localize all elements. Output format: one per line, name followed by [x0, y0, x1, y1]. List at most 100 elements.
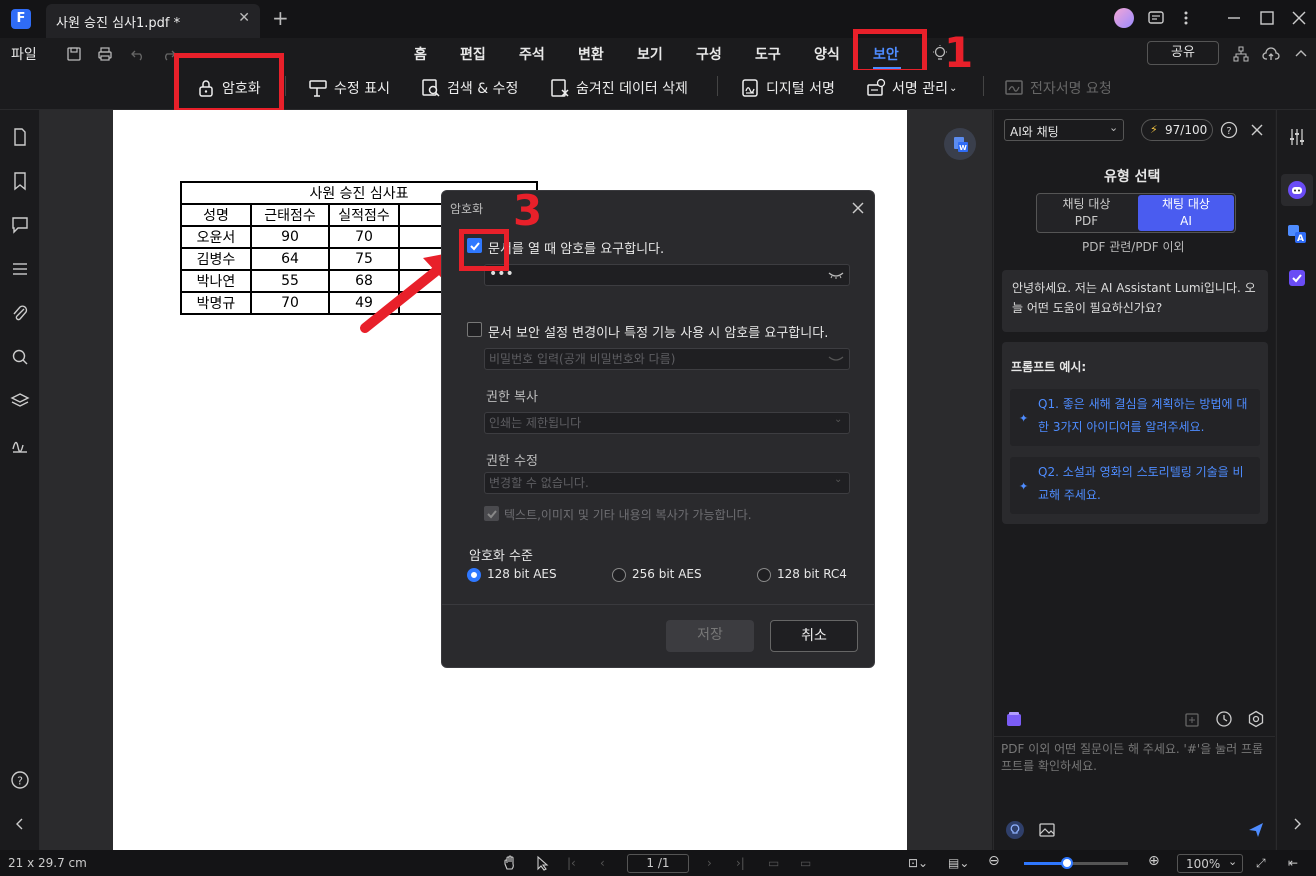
close-icon[interactable]: [851, 201, 865, 215]
digital-sign-button[interactable]: 디지털 서명: [740, 78, 835, 98]
chat-input-area[interactable]: PDF 이외 어떤 질문이든 해 주세요. '#'을 눌러 프롬프트를 확인하세…: [993, 736, 1275, 850]
chevron-down-icon: ⌄: [1109, 121, 1119, 134]
sign-manage-button[interactable]: 서명 관리 ⌄: [866, 78, 957, 98]
remove-hidden-data-button[interactable]: 숨겨진 데이터 삭제: [550, 78, 688, 98]
first-page-icon[interactable]: |‹: [567, 856, 576, 870]
task-check-icon[interactable]: [1287, 268, 1307, 288]
adjust-sliders-icon[interactable]: [1287, 127, 1307, 147]
esign-request-button[interactable]: 전자서명 요청: [1004, 78, 1112, 98]
permission-password-checkbox[interactable]: [467, 322, 482, 337]
prompt-example-2[interactable]: ✦ Q2. 소설과 영화의 스토리텔링 기술을 비교해 주세요.: [1010, 457, 1260, 514]
collapse-panel-icon[interactable]: ⇤: [1288, 856, 1298, 870]
cancel-button[interactable]: 취소: [770, 620, 858, 652]
bookmark-icon[interactable]: [10, 171, 30, 191]
ai-assistant-tab[interactable]: [1281, 174, 1313, 206]
send-icon[interactable]: [1247, 821, 1265, 839]
comment-icon[interactable]: [10, 215, 30, 235]
menu-file[interactable]: 파일: [11, 44, 37, 64]
page-indicator[interactable]: 1 /1: [627, 854, 689, 873]
radio-128-aes[interactable]: [467, 568, 481, 582]
message-icon[interactable]: [1147, 9, 1165, 27]
history-icon[interactable]: [1215, 710, 1233, 728]
org-tree-icon[interactable]: [1232, 45, 1250, 63]
signature-icon[interactable]: [10, 435, 30, 455]
print-permission-select[interactable]: 인쇄는 제한됩니다: [484, 412, 850, 434]
next-page-icon[interactable]: ›: [707, 856, 712, 870]
menu-convert[interactable]: 변환: [578, 44, 604, 64]
print-icon[interactable]: [97, 46, 113, 62]
zoom-slider[interactable]: [1024, 857, 1128, 869]
close-icon[interactable]: [1250, 123, 1264, 137]
menu-home[interactable]: 홈: [414, 44, 427, 64]
select-tool-icon[interactable]: [534, 855, 550, 871]
menu-edit[interactable]: 편집: [460, 44, 486, 64]
menu-form[interactable]: 양식: [814, 44, 840, 64]
fit-width-icon[interactable]: ⊡⌄: [908, 856, 928, 870]
edit-permission-select[interactable]: 변경할 수 없습니다.: [484, 472, 850, 494]
attachment-icon[interactable]: [10, 303, 30, 323]
permission-password-input[interactable]: 비밀번호 입력(공개 비밀번호와 다름): [484, 348, 850, 370]
window-close-icon[interactable]: [1290, 9, 1308, 27]
close-icon[interactable]: ✕: [238, 10, 250, 26]
zoom-in-icon[interactable]: ⊕: [1148, 853, 1160, 869]
word-convert-fab[interactable]: W: [944, 128, 976, 160]
image-upload-icon[interactable]: [1038, 821, 1056, 839]
list-icon[interactable]: [10, 259, 30, 279]
share-button[interactable]: 공유: [1147, 41, 1219, 65]
redact-button[interactable]: 수정 표시: [308, 78, 390, 98]
page-thumbnail-icon[interactable]: [10, 127, 30, 147]
fit-page-icon[interactable]: ▭: [800, 856, 811, 870]
radio-256-aes[interactable]: [612, 568, 626, 582]
credits-badge[interactable]: ⚡ 97/100: [1141, 119, 1213, 141]
menu-tools[interactable]: 도구: [755, 44, 781, 64]
save-icon[interactable]: [66, 46, 82, 62]
chat-mode-select[interactable]: AI와 채팅 ⌄: [1004, 119, 1124, 141]
document-tab[interactable]: 사원 승진 심사1.pdf * ✕: [46, 4, 260, 38]
prev-page-icon[interactable]: ‹: [600, 856, 605, 870]
help-icon[interactable]: ?: [1220, 121, 1238, 139]
search-icon[interactable]: [10, 347, 30, 367]
chat-input[interactable]: PDF 이외 어떤 질문이든 해 주세요. '#'을 눌러 프롬프트를 확인하세…: [1001, 741, 1269, 775]
new-chat-icon[interactable]: [1184, 710, 1202, 728]
minimize-icon[interactable]: [1226, 9, 1242, 27]
eye-closed-icon[interactable]: [828, 269, 844, 281]
prompt-example-1[interactable]: ✦ Q1. 좋은 새해 결심을 계획하는 방법에 대한 3가지 아이디어를 알려…: [1010, 389, 1260, 446]
chevron-left-icon[interactable]: [10, 814, 30, 834]
search-redact-button[interactable]: 검색 & 수정: [421, 78, 518, 98]
radio-128-rc4[interactable]: [757, 568, 771, 582]
page-layout-icon[interactable]: ▤⌄: [948, 856, 969, 870]
cloud-upload-icon[interactable]: [1262, 45, 1280, 63]
last-page-icon[interactable]: ›|: [736, 856, 745, 870]
menu-organize[interactable]: 구성: [696, 44, 722, 64]
app-logo-icon[interactable]: F: [11, 9, 31, 29]
eye-closed-icon[interactable]: [828, 353, 844, 365]
open-password-input[interactable]: •••: [484, 264, 850, 286]
undo-icon[interactable]: [130, 46, 146, 62]
segment-pdf[interactable]: 채팅 대상 PDF: [1037, 194, 1136, 232]
more-vertical-icon[interactable]: [1180, 9, 1192, 27]
chevron-right-icon[interactable]: [1287, 814, 1307, 834]
maximize-icon[interactable]: [1258, 9, 1276, 27]
zoom-slider-knob[interactable]: [1060, 857, 1073, 869]
hand-tool-icon[interactable]: [502, 855, 518, 871]
menu-view[interactable]: 보기: [637, 44, 663, 64]
menu-comment[interactable]: 주석: [519, 44, 545, 64]
save-button[interactable]: 저장: [666, 620, 754, 652]
new-tab-button[interactable]: +: [272, 6, 289, 30]
lightbulb-icon[interactable]: [1005, 820, 1025, 840]
prompt-library-icon[interactable]: [1005, 710, 1023, 728]
page-view-icon[interactable]: ▭: [768, 856, 779, 870]
full-screen-icon[interactable]: ⤢: [1256, 856, 1266, 871]
settings-icon[interactable]: [1247, 710, 1265, 728]
layers-icon[interactable]: [10, 391, 30, 411]
allow-copy-checkbox[interactable]: [484, 506, 499, 521]
segment-ai[interactable]: 채팅 대상 AI: [1138, 195, 1234, 231]
table-cell: 64: [250, 247, 330, 271]
translate-icon[interactable]: A: [1287, 224, 1307, 244]
avatar[interactable]: [1114, 8, 1134, 28]
help-icon[interactable]: ?: [10, 770, 30, 790]
chevron-down-icon: ⌄: [834, 474, 843, 485]
zoom-select[interactable]: 100% ⌄: [1177, 854, 1243, 873]
collapse-up-icon[interactable]: [1292, 45, 1310, 63]
zoom-out-icon[interactable]: ⊖: [988, 853, 1000, 869]
